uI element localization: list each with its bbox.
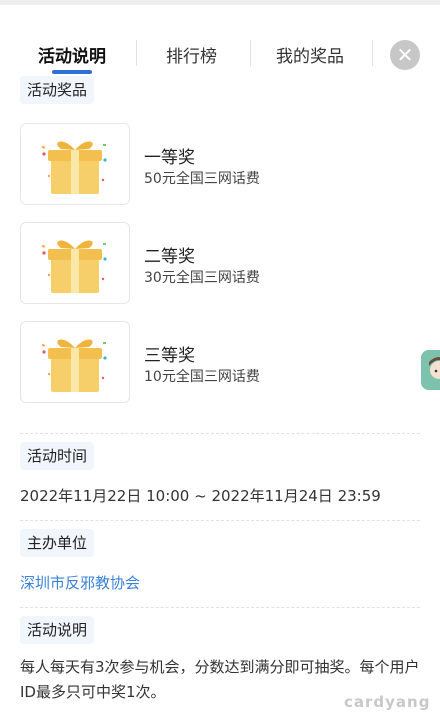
prize-item: 一等奖 50元全国三网话费 (20, 123, 420, 205)
prize-title: 一等奖 (144, 148, 195, 168)
tab-my-prizes[interactable]: 我的奖品 (276, 42, 344, 67)
prize-title: 二等奖 (144, 247, 195, 267)
prize-thumbnail (20, 123, 130, 205)
section-title-rules: 活动说明 (20, 616, 95, 644)
tab-leaderboard[interactable]: 排行榜 (166, 42, 217, 67)
prize-item: 二等奖 30元全国三网话费 (20, 222, 420, 304)
prize-description: 30元全国三网话费 (144, 270, 260, 286)
prize-description: 50元全国三网话费 (144, 171, 260, 187)
tab-activity-info[interactable]: 活动说明 (38, 42, 106, 67)
section-divider (20, 520, 420, 521)
tab-divider (136, 40, 137, 66)
section-title-host: 主办单位 (20, 529, 95, 557)
tab-divider (250, 40, 251, 66)
section-title-time: 活动时间 (20, 442, 95, 470)
floating-avatar[interactable] (421, 350, 440, 390)
watermark: cardyang (344, 693, 431, 711)
active-tab-indicator (52, 70, 92, 74)
prize-title: 三等奖 (144, 346, 195, 366)
top-strip (0, 0, 440, 5)
prize-thumbnail (20, 321, 130, 403)
tab-bar: 活动说明 排行榜 我的奖品 (0, 28, 440, 78)
section-title-prizes: 活动奖品 (20, 76, 95, 104)
prize-item: 三等奖 10元全国三网话费 (20, 321, 420, 403)
tab-divider (372, 40, 373, 66)
character-avatar-icon (421, 350, 440, 390)
section-divider (20, 607, 420, 608)
close-icon[interactable]: ✕ (390, 40, 420, 70)
prize-description: 10元全国三网话费 (144, 369, 260, 385)
host-organization-link[interactable]: 深圳市反邪教协会 (20, 572, 140, 593)
prize-thumbnail (20, 222, 130, 304)
activity-time-value: 2022年11月22日 10:00 ~ 2022年11月24日 23:59 (20, 487, 381, 505)
gift-box-icon (41, 339, 107, 392)
section-divider (20, 433, 420, 434)
gift-box-icon (41, 240, 107, 293)
gift-box-icon (41, 141, 107, 194)
